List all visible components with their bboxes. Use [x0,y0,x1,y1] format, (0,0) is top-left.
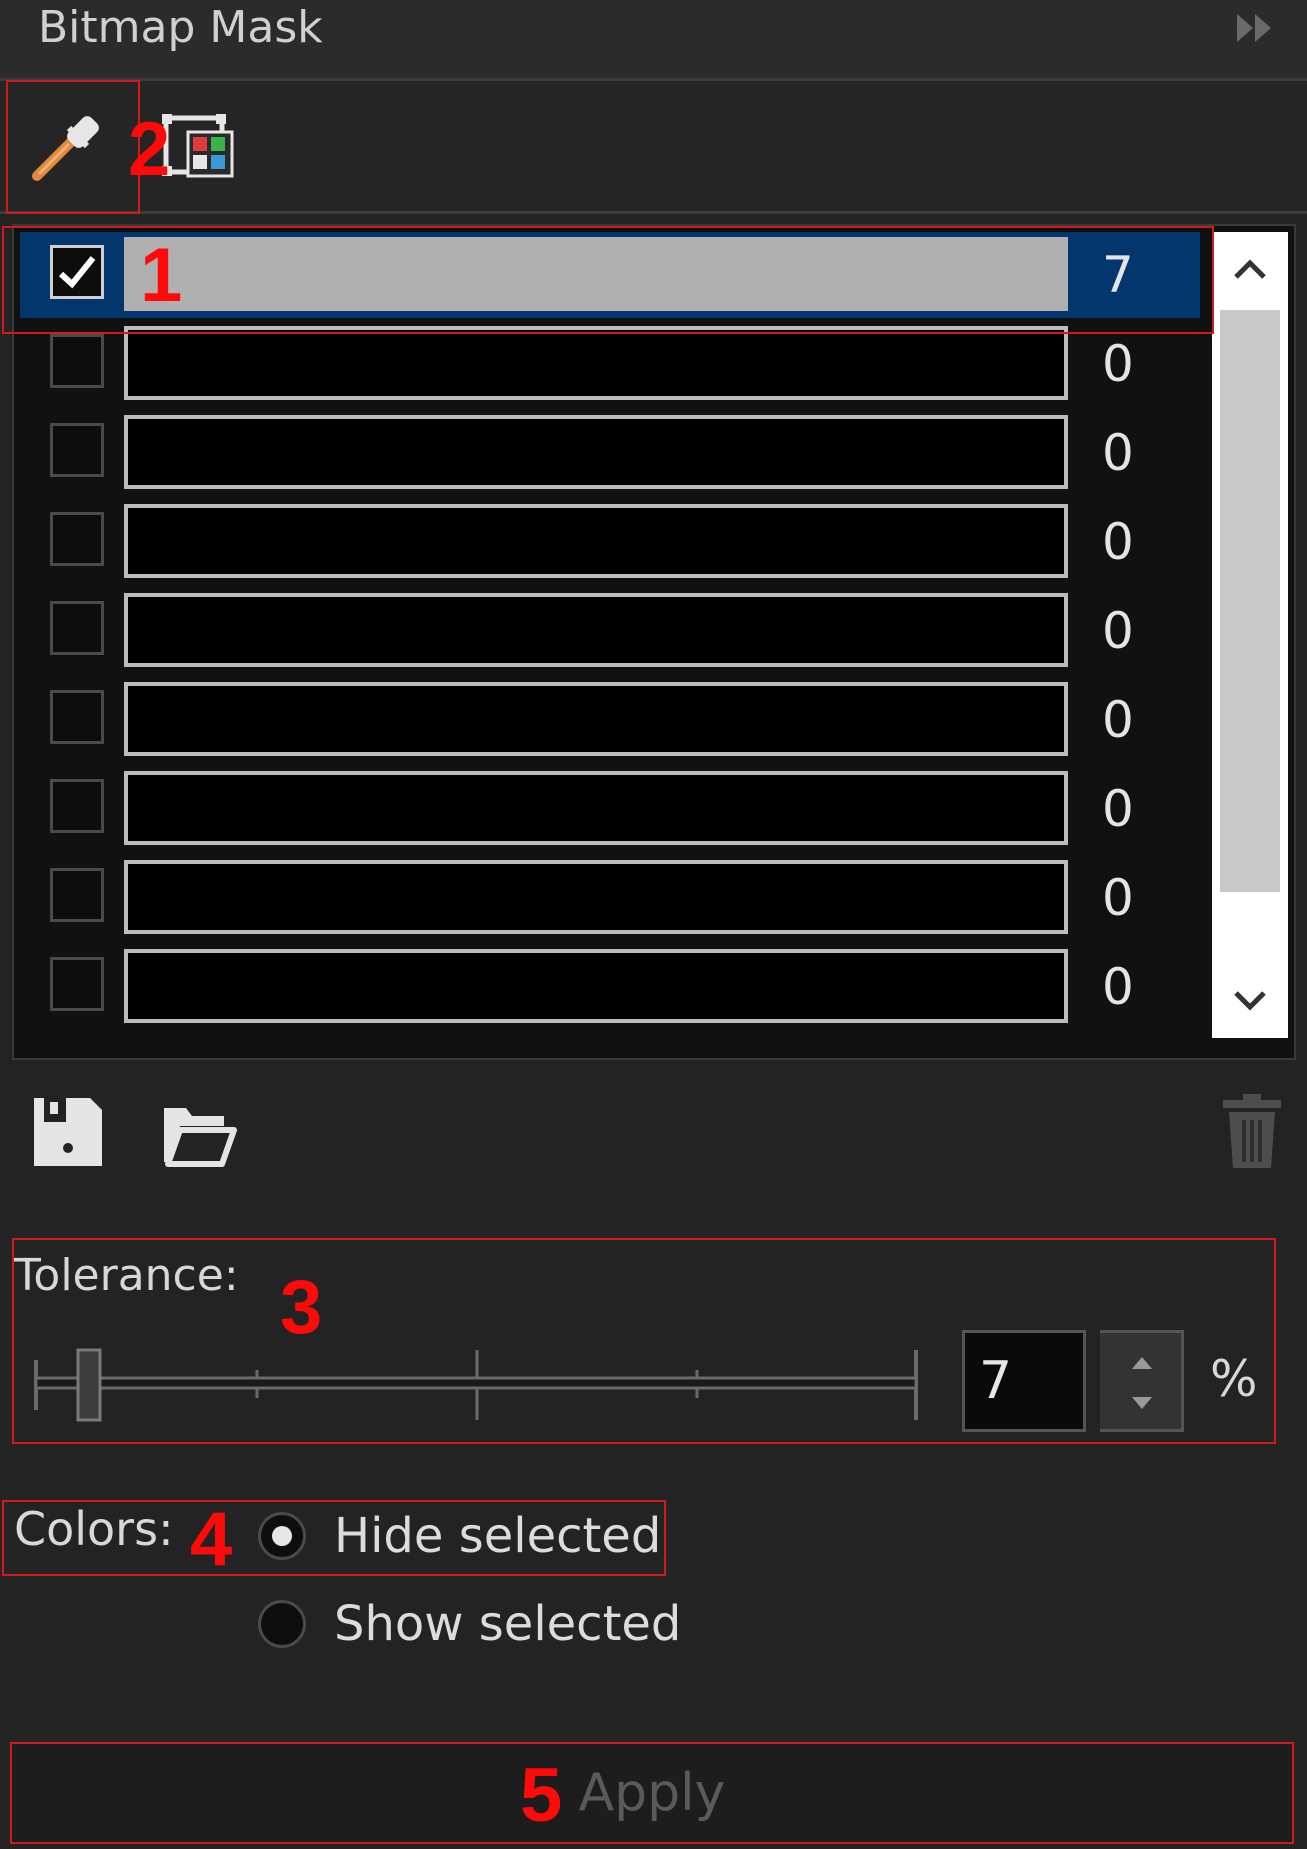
delete-mask-button[interactable] [1210,1090,1294,1174]
color-swatch[interactable] [124,326,1068,400]
annotation-number-5: 5 [520,1753,563,1838]
row-checkbox[interactable] [50,779,104,833]
color-list-row[interactable]: 0 [20,677,1200,763]
chevron-up-icon [1234,259,1266,279]
annotation-number-3: 3 [280,1265,323,1350]
color-swatch[interactable] [124,593,1068,667]
color-list-row[interactable]: 0 [20,855,1200,941]
color-list-row[interactable]: 0 [20,944,1200,1030]
annotation-box-3 [12,1238,1276,1444]
list-scrollbar[interactable] [1212,232,1288,1038]
row-checkbox[interactable] [50,690,104,744]
radio-label-show: Show selected [334,1596,682,1652]
radio-show-selected[interactable]: Show selected [258,1596,681,1652]
row-checkbox[interactable] [50,601,104,655]
row-checkbox[interactable] [50,512,104,566]
scroll-up-button[interactable] [1212,232,1288,304]
annotation-number-1: 1 [140,233,183,318]
row-checkbox[interactable] [50,423,104,477]
color-list-row[interactable]: 0 [20,766,1200,852]
annotation-box-2 [6,80,140,214]
annotation-number-4: 4 [190,1497,233,1582]
color-swatch[interactable] [124,860,1068,934]
row-pixel-count: 0 [1102,958,1134,1016]
row-pixel-count: 0 [1102,602,1134,660]
row-pixel-count: 0 [1102,691,1134,749]
annotation-box-5 [10,1742,1294,1844]
trash-icon [1223,1094,1281,1168]
color-swatch[interactable] [124,682,1068,756]
row-pixel-count: 0 [1102,780,1134,838]
row-pixel-count: 0 [1102,869,1134,927]
color-list-row[interactable]: 0 [20,499,1200,585]
open-mask-button[interactable] [156,1090,240,1174]
color-swatch[interactable] [124,415,1068,489]
color-list-row[interactable]: 0 [20,410,1200,496]
mask-toolbar [0,81,1307,214]
panel-title: Bitmap Mask [38,2,323,53]
row-pixel-count: 0 [1102,513,1134,571]
annotation-box-4 [2,1500,666,1576]
color-swatch[interactable] [124,771,1068,845]
folder-open-icon [164,1108,237,1167]
annotation-number-2: 2 [128,107,171,192]
save-icon [34,1098,102,1166]
color-swatch[interactable] [124,949,1068,1023]
chevron-down-icon [1234,991,1266,1011]
collapse-panel-icon[interactable] [1231,10,1287,46]
row-checkbox[interactable] [50,957,104,1011]
color-swatch[interactable] [124,504,1068,578]
row-checkbox[interactable] [50,868,104,922]
radio-button-show[interactable] [258,1600,306,1648]
row-checkbox[interactable] [50,334,104,388]
annotation-box-1 [2,226,1214,334]
row-pixel-count: 0 [1102,424,1134,482]
panel-title-bar: Bitmap Mask [0,0,1307,81]
save-mask-button[interactable] [26,1090,110,1174]
scroll-down-button[interactable] [1212,966,1288,1038]
scroll-thumb[interactable] [1220,310,1280,892]
color-list-row[interactable]: 0 [20,588,1200,674]
